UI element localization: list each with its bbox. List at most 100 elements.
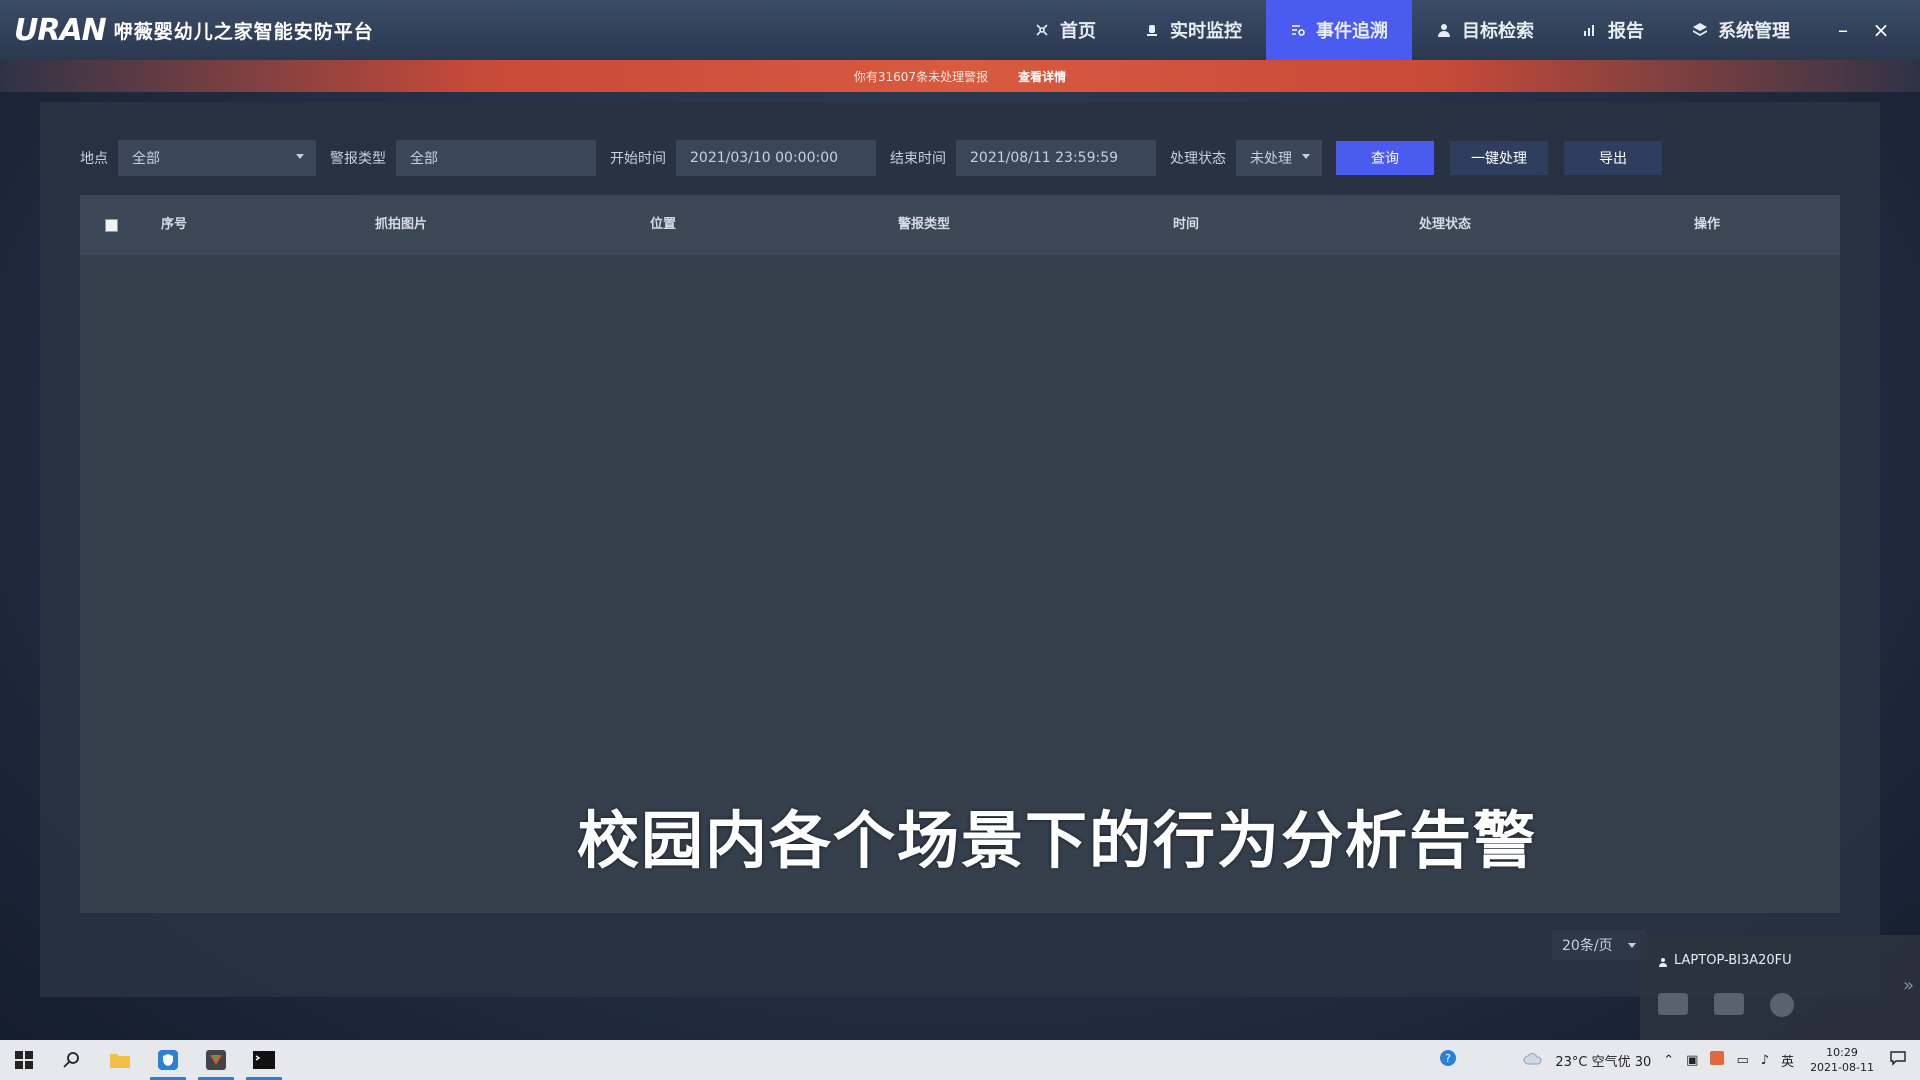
system-tray: ? 23°C 空气优 30 ⌃ ▣ ▭ ♪ 英 10:29 2021-08-11 — [1433, 1040, 1920, 1080]
remote-host: LAPTOP-BI3A20FU — [1658, 953, 1792, 968]
terminal-button[interactable] — [240, 1040, 288, 1080]
file-explorer-button[interactable] — [96, 1040, 144, 1080]
taskbar: ? 23°C 空气优 30 ⌃ ▣ ▭ ♪ 英 10:29 2021-08-11 — [0, 1040, 1920, 1080]
main-nav: 首页 实时监控 事件追溯 目标检索 报告 系统管理 — [1010, 0, 1814, 60]
location-select[interactable]: 全部 — [118, 140, 316, 176]
weather-text[interactable]: 23°C 空气优 30 — [1555, 1051, 1651, 1070]
export-button[interactable]: 导出 — [1564, 141, 1662, 175]
nav-label: 实时监控 — [1170, 21, 1242, 42]
app-icon — [206, 1050, 226, 1070]
table-header: 序号 抓拍图片 位置 警报类型 时间 处理状态 操作 — [80, 195, 1840, 255]
brand-logo: URAN — [14, 12, 107, 48]
search-button[interactable] — [48, 1040, 96, 1080]
start-time-value: 2021/03/10 00:00:00 — [690, 150, 839, 166]
close-icon[interactable] — [1770, 993, 1794, 1017]
keyboard-icon[interactable] — [1714, 993, 1744, 1015]
title-bar: URAN 咿薇婴幼儿之家智能安防平台 首页 实时监控 事件追溯 目标检索 报告 … — [0, 0, 1920, 60]
column-header-time: 时间 — [1173, 217, 1200, 232]
nav-label: 事件追溯 — [1316, 21, 1388, 42]
alert-text: 你有31607条未处理警报 — [853, 69, 989, 84]
end-time-label: 结束时间 — [890, 151, 946, 167]
close-button[interactable]: × — [1862, 18, 1900, 42]
window-controls: – × — [1824, 0, 1900, 60]
filter-bar: 地点 全部 警报类型 全部 开始时间 2021/03/10 00:00:00 结… — [80, 140, 1678, 176]
brand: URAN 咿薇婴幼儿之家智能安防平台 — [14, 0, 374, 60]
remote-session-widget: LAPTOP-BI3A20FU » — [1640, 935, 1920, 1040]
report-icon — [1582, 22, 1598, 38]
nav-label: 报告 — [1608, 21, 1644, 42]
column-header-alarm-type: 警报类型 — [898, 217, 951, 232]
svg-text:?: ? — [1445, 1052, 1451, 1065]
remote-controls — [1658, 993, 1794, 1017]
chevron-down-icon — [296, 154, 304, 159]
alert-banner: 你有31607条未处理警报 查看详情 — [0, 60, 1920, 92]
batch-process-button[interactable]: 一键处理 — [1450, 141, 1548, 175]
security-app-button[interactable] — [144, 1040, 192, 1080]
remote-host-name: LAPTOP-BI3A20FU — [1674, 953, 1792, 968]
view-details-link[interactable]: 查看详情 — [1018, 68, 1066, 85]
clock[interactable]: 10:29 2021-08-11 — [1810, 1045, 1874, 1075]
minimize-button[interactable]: – — [1824, 18, 1862, 42]
column-header-location: 位置 — [650, 217, 677, 232]
ime-indicator[interactable]: 英 — [1781, 1051, 1794, 1070]
start-time-label: 开始时间 — [610, 151, 666, 167]
status-label: 处理状态 — [1170, 151, 1226, 167]
end-time-value: 2021/08/11 23:59:59 — [970, 150, 1119, 166]
query-button[interactable]: 查询 — [1336, 141, 1434, 175]
alarm-type-value: 全部 — [410, 151, 438, 167]
column-header-status: 处理状态 — [1419, 217, 1472, 232]
end-time-input[interactable]: 2021/08/11 23:59:59 — [956, 140, 1156, 176]
chevron-down-icon — [1628, 943, 1636, 948]
status-value: 未处理 — [1250, 151, 1292, 167]
folder-icon — [110, 1054, 130, 1068]
home-icon — [1034, 22, 1050, 38]
weather-icon[interactable] — [1523, 1051, 1543, 1069]
notification-icon[interactable] — [1890, 1050, 1906, 1070]
page-size-select[interactable]: 20条/页 — [1552, 930, 1646, 960]
select-all-checkbox[interactable] — [105, 219, 118, 232]
nav-item-system[interactable]: 系统管理 — [1668, 0, 1814, 60]
nav-item-target-search[interactable]: 目标检索 — [1412, 0, 1558, 60]
video-subtitle: 校园内各个场景下的行为分析告警 — [577, 804, 1538, 877]
volume-icon[interactable]: ♪ — [1761, 1053, 1769, 1068]
nav-item-monitor[interactable]: 实时监控 — [1120, 0, 1266, 60]
location-label: 地点 — [80, 151, 108, 167]
app-title: 咿薇婴幼儿之家智能安防平台 — [113, 20, 374, 43]
nav-label: 首页 — [1060, 21, 1096, 42]
nav-item-event-trace[interactable]: 事件追溯 — [1266, 0, 1412, 60]
search-icon — [63, 1052, 79, 1068]
nav-item-home[interactable]: 首页 — [1010, 0, 1120, 60]
app-tray-icon[interactable] — [1710, 1051, 1725, 1069]
person-icon — [1436, 22, 1452, 38]
column-header-snapshot: 抓拍图片 — [375, 217, 428, 232]
terminal-icon — [253, 1051, 275, 1069]
chevron-down-icon — [1302, 154, 1310, 159]
alarm-type-label: 警报类型 — [330, 151, 386, 167]
remote-app-button[interactable] — [192, 1040, 240, 1080]
clock-date: 2021-08-11 — [1810, 1061, 1874, 1074]
location-value: 全部 — [132, 151, 160, 167]
column-header-action: 操作 — [1694, 217, 1721, 232]
network-icon[interactable]: ▣ — [1686, 1053, 1698, 1068]
chevron-right-icon[interactable]: » — [1903, 975, 1914, 996]
nav-label: 目标检索 — [1462, 21, 1534, 42]
chevron-up-icon[interactable]: ⌃ — [1663, 1053, 1674, 1068]
start-button[interactable] — [0, 1040, 48, 1080]
person-icon — [1658, 956, 1668, 967]
chat-icon[interactable] — [1658, 993, 1688, 1015]
nav-item-report[interactable]: 报告 — [1558, 0, 1668, 60]
monitor-icon[interactable]: ▭ — [1736, 1053, 1748, 1068]
windows-icon — [15, 1051, 33, 1069]
start-time-input[interactable]: 2021/03/10 00:00:00 — [676, 140, 876, 176]
nav-label: 系统管理 — [1718, 21, 1790, 42]
layers-icon — [1692, 22, 1708, 38]
event-icon — [1290, 22, 1306, 38]
page-size-value: 20条/页 — [1562, 938, 1613, 954]
camera-icon — [1144, 22, 1160, 38]
column-header-index: 序号 — [161, 217, 188, 232]
help-icon[interactable]: ? — [1439, 1049, 1457, 1071]
status-select[interactable]: 未处理 — [1236, 140, 1322, 176]
shield-icon — [158, 1050, 178, 1070]
alarm-type-select[interactable]: 全部 — [396, 140, 596, 176]
clock-time: 10:29 — [1826, 1046, 1858, 1059]
